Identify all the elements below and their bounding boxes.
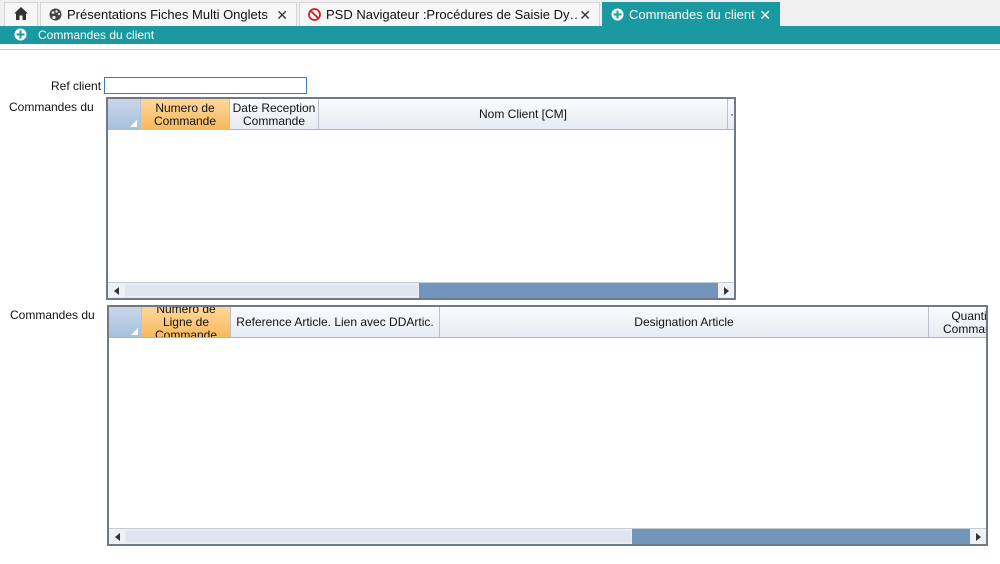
close-icon[interactable]: ✕ xyxy=(276,7,288,24)
select-all-corner[interactable] xyxy=(109,307,142,337)
horizontal-scrollbar[interactable] xyxy=(109,528,986,544)
close-icon[interactable]: ✕ xyxy=(759,7,771,24)
scroll-left-button[interactable] xyxy=(108,283,124,298)
scroll-right-button[interactable] xyxy=(718,283,734,298)
no-entry-icon xyxy=(307,8,321,22)
scroll-track[interactable] xyxy=(632,529,970,544)
scroll-right-button[interactable] xyxy=(970,529,986,544)
tab-label: Présentations Fiches Multi Onglets xyxy=(67,7,268,22)
tab-bar: Présentations Fiches Multi Onglets ✕ PSD… xyxy=(0,0,1000,26)
window-icon xyxy=(610,8,624,22)
header-divider xyxy=(0,44,1000,50)
window-icon xyxy=(14,28,28,42)
scroll-left-button[interactable] xyxy=(109,529,125,544)
grid-header: Numero de Ligne de Commande Reference Ar… xyxy=(109,307,986,338)
tab-home[interactable] xyxy=(4,2,38,26)
arrow-left-icon xyxy=(114,532,120,541)
tab-commandes-client[interactable]: Commandes du client ✕ xyxy=(602,2,780,26)
order-lines-grid[interactable]: Numero de Ligne de Commande Reference Ar… xyxy=(107,305,988,546)
scroll-track[interactable] xyxy=(419,283,718,298)
window-header: Commandes du client xyxy=(0,26,1000,44)
arrow-right-icon xyxy=(723,286,729,295)
grid-orders-label: Commandes du cli xyxy=(9,100,97,114)
column-header[interactable]: Nom Client [CM] xyxy=(319,99,728,130)
column-header[interactable]: · xyxy=(728,99,734,130)
palette-icon xyxy=(48,8,62,22)
tab-label: PSD Navigateur :Procédures de Saisie Dy… xyxy=(326,7,579,22)
tab-label: Commandes du client xyxy=(629,7,755,22)
column-header[interactable]: Designation Article xyxy=(440,307,929,337)
grid-header: Numero de Commande Date Reception Comman… xyxy=(108,99,734,130)
horizontal-scrollbar[interactable] xyxy=(108,282,734,298)
column-header[interactable]: Date Reception Commande xyxy=(230,99,319,130)
column-header[interactable]: Reference Article. Lien avec DDArtic. xyxy=(231,307,440,337)
column-header[interactable]: Quantité Commandé xyxy=(929,307,986,337)
tab-presentations[interactable]: Présentations Fiches Multi Onglets ✕ xyxy=(40,2,297,26)
arrow-right-icon xyxy=(975,532,981,541)
ref-client-input[interactable] xyxy=(104,77,307,94)
grid-order-lines-label: Commandes du cli xyxy=(10,308,98,322)
window-title: Commandes du client xyxy=(38,28,155,42)
tab-psd-navigateur[interactable]: PSD Navigateur :Procédures de Saisie Dy…… xyxy=(299,2,600,26)
arrow-left-icon xyxy=(113,286,119,295)
scroll-thumb[interactable] xyxy=(125,285,418,296)
scroll-thumb[interactable] xyxy=(126,531,631,542)
home-icon xyxy=(14,6,28,23)
ref-client-label: Ref client xyxy=(51,79,102,93)
select-all-corner[interactable] xyxy=(108,99,141,130)
orders-grid[interactable]: Numero de Commande Date Reception Comman… xyxy=(106,97,736,300)
column-header[interactable]: Numero de Commande xyxy=(141,99,230,130)
column-header[interactable]: Numero de Ligne de Commande xyxy=(142,307,231,337)
close-icon[interactable]: ✕ xyxy=(579,7,591,24)
